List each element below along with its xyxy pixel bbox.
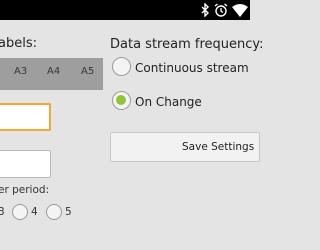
bluetooth-icon [201,3,210,17]
period-label: er period: [0,184,50,196]
status-icons [201,2,248,18]
save-settings-label: Save Settings [182,141,255,153]
alarm-clock-icon [214,3,228,17]
on-change-radio[interactable] [112,91,131,110]
analog-label-a5[interactable]: A5 [81,66,94,77]
analog-label-a4[interactable]: A4 [47,66,60,77]
period-option-3-label: 3 [0,206,5,218]
wifi-icon [232,3,248,17]
period-option-5-label: 5 [65,206,72,218]
data-stream-frequency-title: Data stream frequency: [110,37,264,52]
continuous-stream-label[interactable]: Continuous stream [135,61,249,75]
continuous-stream-radio[interactable] [112,57,131,76]
analog-labels-title: abels: [0,36,37,51]
period-option-4-label: 4 [31,206,38,218]
status-bar [0,0,250,20]
save-settings-button[interactable]: Save Settings [110,132,260,162]
period-option-5-radio[interactable] [46,204,62,220]
analog-label-a3[interactable]: A3 [14,66,27,77]
label-input[interactable] [0,150,51,178]
on-change-label[interactable]: On Change [135,95,202,109]
period-option-4-radio[interactable] [12,204,28,220]
label-input-focused[interactable] [0,103,51,131]
